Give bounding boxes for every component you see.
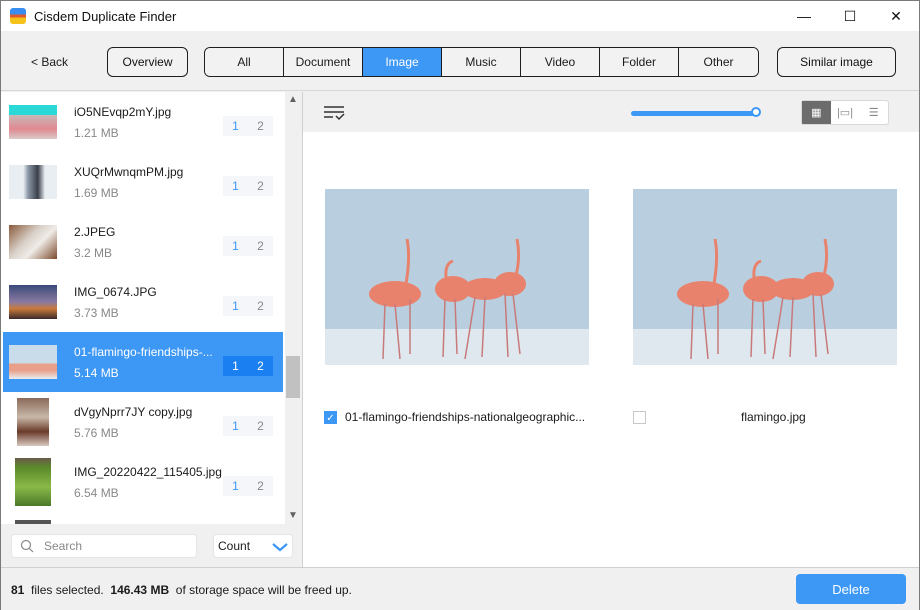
window-title: Cisdem Duplicate Finder <box>34 8 177 24</box>
tab-all[interactable]: All <box>205 48 284 76</box>
maximize-button[interactable]: ☐ <box>827 1 873 31</box>
group-badge: 12 <box>223 356 273 376</box>
group-badge: 12 <box>223 116 273 136</box>
file-list: iO5NEvqp2mY.jpg 1.21 MB 12 XUQrMwnqmPM.jp… <box>1 92 285 524</box>
thumbnail <box>17 398 49 446</box>
file-name: dVgyNprr7JY copy.jpg <box>74 404 193 419</box>
file-name: IMG_20220422_115405.jpg <box>74 464 222 479</box>
list-scrollbar[interactable]: ▲ ▼ <box>285 92 302 524</box>
list-item[interactable]: dVgyNprr7JY copy.jpg 5.76 MB 12 <box>3 392 283 452</box>
title-bar: Cisdem Duplicate Finder — ☐ ✕ <box>1 1 919 31</box>
app-window: Cisdem Duplicate Finder — ☐ ✕ < Back Ove… <box>0 0 920 610</box>
app-logo-icon <box>10 8 26 24</box>
file-size: 1.69 MB <box>74 185 119 200</box>
list-item[interactable]: IMG_0674.JPG 3.73 MB 12 <box>3 272 283 332</box>
tab-folder[interactable]: Folder <box>600 48 679 76</box>
delete-button[interactable]: Delete <box>796 574 906 604</box>
search-placeholder: Search <box>44 539 83 553</box>
group-badge: 12 <box>223 296 273 316</box>
thumbnail <box>9 225 57 259</box>
tab-document[interactable]: Document <box>284 48 363 76</box>
file-list-panel: iO5NEvqp2mY.jpg 1.21 MB 12 XUQrMwnqmPM.jp… <box>1 92 303 567</box>
chevron-down-icon <box>272 543 288 552</box>
list-item[interactable]: 2.JPEG 3.2 MB 12 <box>3 212 283 272</box>
tab-music[interactable]: Music <box>442 48 521 76</box>
sort-dropdown[interactable]: Count <box>213 534 293 558</box>
list-item-selected[interactable]: 01-flamingo-friendships-... 5.14 MB 12 <box>3 332 283 392</box>
thumbnail <box>15 458 51 506</box>
file-name: IMG_0674.JPG <box>74 284 157 299</box>
caption-text: 01-flamingo-friendships-nationalgeograph… <box>345 410 586 424</box>
similar-image-button[interactable]: Similar image <box>777 47 896 77</box>
group-badge: 12 <box>223 176 273 196</box>
preview-image[interactable] <box>325 189 589 365</box>
thumbnail <box>9 345 57 379</box>
preview-panel: ▦ |▭| ☰ ✓ 01-flamingo-friendships-nation… <box>303 92 919 567</box>
grid-view-icon[interactable]: ▦ <box>802 101 831 124</box>
thumbnail <box>9 165 57 199</box>
file-size: 6.54 MB <box>74 485 119 500</box>
list-item[interactable]: XUQrMwnqmPM.jpg 1.69 MB 12 <box>3 152 283 212</box>
search-input[interactable]: Search <box>11 534 197 558</box>
list-item[interactable]: IMG_20220422_115405.jpg 6.54 MB 12 <box>3 452 283 512</box>
scroll-down-icon[interactable]: ▼ <box>288 510 298 521</box>
toolbar: < Back Overview All Document Image Music… <box>1 31 919 91</box>
file-size: 5.76 MB <box>74 425 119 440</box>
scrollbar-thumb[interactable] <box>286 356 300 398</box>
status-text: 81 files selected. 146.43 MB of storage … <box>11 583 352 597</box>
preview-image[interactable] <box>633 189 897 365</box>
overview-button[interactable]: Overview <box>107 47 188 77</box>
file-name: XUQrMwnqmPM.jpg <box>74 164 184 179</box>
thumbnail-partial <box>15 520 51 524</box>
tab-image[interactable]: Image <box>363 48 442 76</box>
preview-toolbar: ▦ |▭| ☰ <box>303 92 919 132</box>
checkbox-unchecked[interactable] <box>633 410 646 424</box>
carousel-view-icon[interactable]: |▭| <box>831 101 860 124</box>
thumbnail-size-slider[interactable] <box>631 111 757 116</box>
scroll-up-icon[interactable]: ▲ <box>288 94 298 105</box>
category-tabs: All Document Image Music Video Folder Ot… <box>204 47 759 77</box>
sort-value: Count <box>218 539 251 553</box>
view-mode-switch: ▦ |▭| ☰ <box>801 100 889 125</box>
group-badge: 12 <box>223 236 273 256</box>
preview-caption: ✓ 01-flamingo-friendships-nationalgeogra… <box>324 410 585 424</box>
search-icon <box>20 539 34 553</box>
back-button[interactable]: < Back <box>31 55 68 69</box>
tab-other[interactable]: Other <box>679 48 758 76</box>
file-size: 3.2 MB <box>74 245 113 260</box>
caption-text: flamingo.jpg <box>741 410 806 424</box>
list-view-icon[interactable]: ☰ <box>859 101 888 124</box>
tab-video[interactable]: Video <box>521 48 600 76</box>
file-name: 01-flamingo-friendships-... <box>74 344 213 359</box>
close-button[interactable]: ✕ <box>873 1 919 31</box>
file-name: 2.JPEG <box>74 224 116 239</box>
preview-caption: flamingo.jpg <box>633 410 806 424</box>
thumbnail <box>9 105 57 139</box>
group-badge: 12 <box>223 476 273 496</box>
file-size: 5.14 MB <box>74 365 119 380</box>
file-name: iO5NEvqp2mY.jpg <box>74 104 172 119</box>
checkbox-checked[interactable]: ✓ <box>324 410 337 424</box>
file-size: 3.73 MB <box>74 305 119 320</box>
minimize-button[interactable]: — <box>781 1 827 31</box>
select-list-icon[interactable] <box>324 105 346 121</box>
thumbnail <box>9 285 57 319</box>
status-bar: 81 files selected. 146.43 MB of storage … <box>1 567 919 610</box>
list-item[interactable]: iO5NEvqp2mY.jpg 1.21 MB 12 <box>3 92 283 152</box>
slider-handle[interactable] <box>751 107 761 117</box>
file-size: 1.21 MB <box>74 125 119 140</box>
group-badge: 12 <box>223 416 273 436</box>
